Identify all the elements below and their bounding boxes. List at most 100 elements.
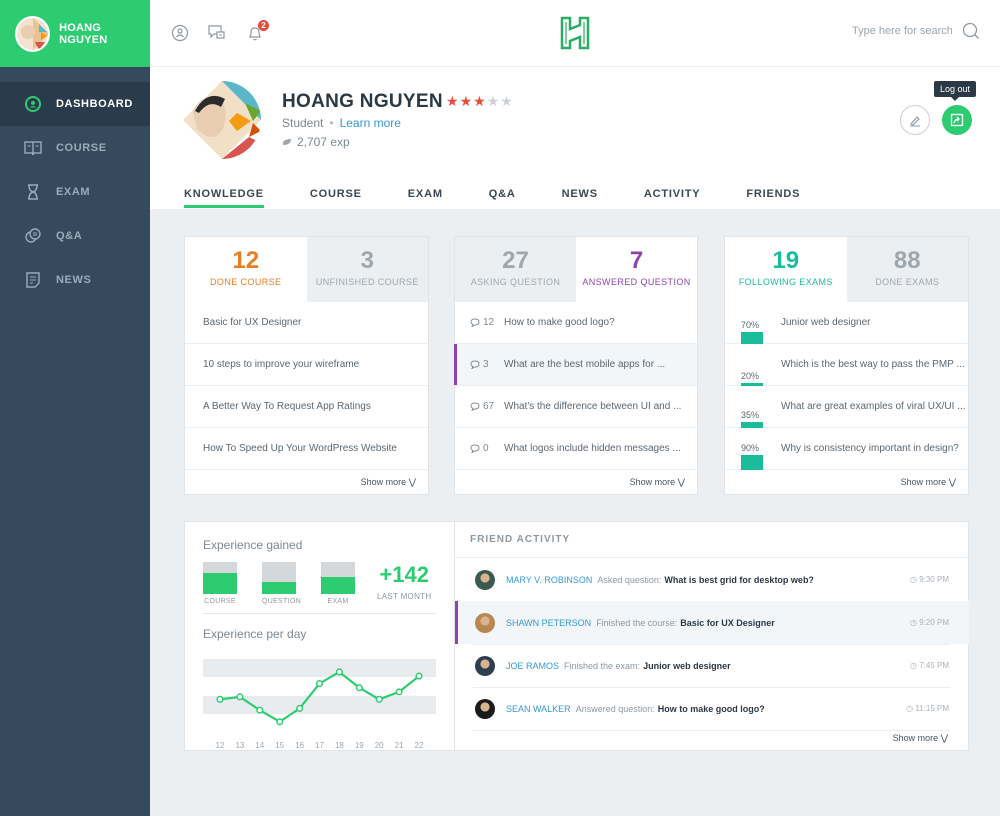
x-tick-label: 16	[295, 741, 304, 748]
list-item[interactable]: 20% Which is the best way to pass the PMP…	[725, 344, 968, 386]
done-course-count: 12	[232, 247, 260, 274]
activity-item[interactable]: JOE RAMOS Finished the exam: Junior web de…	[455, 644, 969, 687]
list-item[interactable]: 70% Junior web designer	[725, 302, 968, 344]
sidebar: HOANG NGUYEN DASHBOARD COURSE EXAM Q&A N…	[0, 0, 150, 816]
done-exams-label: DONE EXAMS	[875, 277, 940, 287]
x-tick-label: 21	[395, 741, 404, 748]
comment-icon	[470, 318, 480, 327]
show-more-button[interactable]: Show more ⋁	[361, 477, 416, 488]
search-icon[interactable]	[962, 22, 980, 40]
sidebar-item-course[interactable]: COURSE	[0, 126, 150, 170]
show-more-button[interactable]: Show more ⋁	[901, 477, 956, 488]
sidebar-item-news[interactable]: NEWS	[0, 258, 150, 302]
logo-icon[interactable]	[560, 16, 590, 50]
list-item[interactable]: 67 What's the difference between UI and .…	[455, 386, 697, 428]
activity-item[interactable]: SEAN WALKER Answered question: How to make…	[455, 687, 969, 730]
list-item[interactable]: Basic for UX Designer	[185, 302, 428, 344]
activity-time: ◷ 11:15 PM	[906, 704, 949, 713]
profile-header: HOANG NGUYEN ★★★★★ Student • Learn more 2,…	[150, 67, 1000, 209]
exam-title: What are great examples of viral UX/UI .…	[781, 401, 966, 412]
tab-unfinished-course[interactable]: 3 UNFINISHED COURSE	[306, 237, 428, 302]
experience-chart: 12 13 14 15 16 17 18 19 20 21 22	[203, 659, 436, 748]
sidebar-item-qa[interactable]: Q&A	[0, 214, 150, 258]
clock-icon: ◷	[910, 618, 920, 627]
tab-qa[interactable]: Q&A	[489, 188, 516, 208]
profile-icon[interactable]	[171, 24, 189, 42]
list-item[interactable]: 35% What are great examples of viral UX/U…	[725, 386, 968, 428]
data-point	[395, 688, 403, 696]
comment-icon	[470, 444, 480, 453]
progress-bar	[741, 454, 763, 470]
question-title: What logos include hidden messages ...	[504, 443, 681, 454]
list-item[interactable]: 12 How to make good logo?	[455, 302, 697, 344]
tab-following-exams[interactable]: 19 FOLLOWING EXAMS	[725, 237, 847, 302]
list-item[interactable]: 0 What logos include hidden messages ...	[455, 428, 697, 470]
tab-done-exams[interactable]: 88 DONE EXAMS	[846, 237, 968, 302]
learn-more-link[interactable]: Learn more	[340, 116, 401, 130]
sidebar-item-label: DASHBOARD	[56, 98, 133, 110]
data-point	[315, 680, 324, 688]
answered-count: 7	[629, 247, 644, 274]
clock-icon: ◷	[910, 575, 920, 584]
activity-time: ◷ 9:30 PM	[910, 575, 949, 584]
exp-total: +142	[379, 562, 429, 587]
activity-object-link[interactable]: Basic for UX Designer	[680, 618, 775, 628]
comment-count-value: 0	[483, 443, 489, 454]
friend-name-link[interactable]: JOE RAMOS	[506, 661, 559, 671]
activity-action: Finished the exam:	[564, 660, 641, 671]
clock-icon: ◷	[906, 704, 916, 713]
notifications-button[interactable]: 2	[246, 20, 269, 42]
tab-done-course[interactable]: 12 DONE COURSE	[185, 237, 307, 302]
exp-value: 2,707 exp	[297, 135, 350, 149]
tab-friends[interactable]: FRIENDS	[746, 188, 800, 208]
friend-name-link[interactable]: SEAN WALKER	[506, 704, 571, 714]
list-item[interactable]: 90% Why is consistency important in desig…	[725, 428, 968, 470]
tab-course[interactable]: COURSE	[310, 188, 362, 208]
logout-button[interactable]	[942, 105, 972, 135]
activity-item[interactable]: MARY V. ROBINSON Asked question: What is b…	[455, 558, 969, 601]
tab-knowledge[interactable]: KNOWLEDGE	[184, 188, 264, 208]
edit-profile-button[interactable]	[900, 105, 930, 135]
x-tick-label: 17	[315, 741, 324, 748]
sidebar-item-label: EXAM	[56, 186, 91, 198]
tab-activity[interactable]: ACTIVITY	[644, 188, 701, 208]
search-input[interactable]	[852, 25, 952, 37]
show-more-button[interactable]: Show more ⋁	[893, 733, 948, 744]
activity-object-link[interactable]: Junior web designer	[643, 661, 731, 671]
friend-activity-card: FRIEND ACTIVITY MARY V. ROBINSON Asked qu…	[455, 521, 969, 751]
tab-exam[interactable]: EXAM	[408, 188, 443, 208]
tab-answered-question[interactable]: 7 ANSWERED QUESTION	[576, 237, 697, 302]
sidebar-item-dashboard[interactable]: DASHBOARD	[0, 82, 150, 126]
friend-name-link[interactable]: MARY V. ROBINSON	[506, 575, 592, 585]
activity-item[interactable]: SHAWN PETERSON Finished the course: Basic …	[455, 601, 969, 644]
progress-label: 20%	[741, 370, 760, 381]
exp-bar-label: QUESTION	[262, 598, 301, 605]
exp-bar	[321, 562, 355, 594]
activity-object-link[interactable]: What is best grid for desktop web?	[664, 575, 814, 585]
list-item[interactable]: 3 What are the best mobile apps for ...	[454, 344, 697, 386]
activity-action: Answered question:	[575, 703, 655, 714]
tab-asking-question[interactable]: 27 ASKING QUESTION	[455, 237, 576, 302]
profile-exp: 2,707 exp	[282, 135, 350, 149]
exams-card: 19 FOLLOWING EXAMS 88 DONE EXAMS 70% Juni…	[724, 236, 969, 495]
messages-icon[interactable]	[208, 24, 226, 42]
exp-total-label: LAST MONTH	[377, 592, 432, 601]
book-icon	[24, 141, 42, 155]
pencil-icon	[910, 116, 920, 127]
show-more-button[interactable]: Show more ⋁	[630, 477, 685, 488]
list-item[interactable]: A Better Way To Request App Ratings	[185, 386, 428, 428]
sidebar-user[interactable]: HOANG NGUYEN	[0, 0, 150, 67]
progress-label: 70%	[741, 319, 760, 330]
exp-bar-label: COURSE	[204, 598, 236, 605]
sidebar-item-exam[interactable]: EXAM	[0, 170, 150, 214]
friend-name-link[interactable]: SHAWN PETERSON	[506, 618, 591, 628]
profile-name: HOANG NGUYEN	[282, 91, 443, 112]
list-item[interactable]: 10 steps to improve your wireframe	[185, 344, 428, 386]
question-title: What's the difference between UI and ...	[504, 401, 682, 412]
activity-object-link[interactable]: How to make good logo?	[658, 704, 765, 714]
leaf-icon	[282, 139, 291, 145]
progress-label: 35%	[741, 409, 760, 420]
activity-time: ◷ 9:20 PM	[910, 618, 949, 627]
tab-news[interactable]: NEWS	[562, 188, 598, 208]
list-item[interactable]: How To Speed Up Your WordPress Website	[185, 428, 428, 470]
